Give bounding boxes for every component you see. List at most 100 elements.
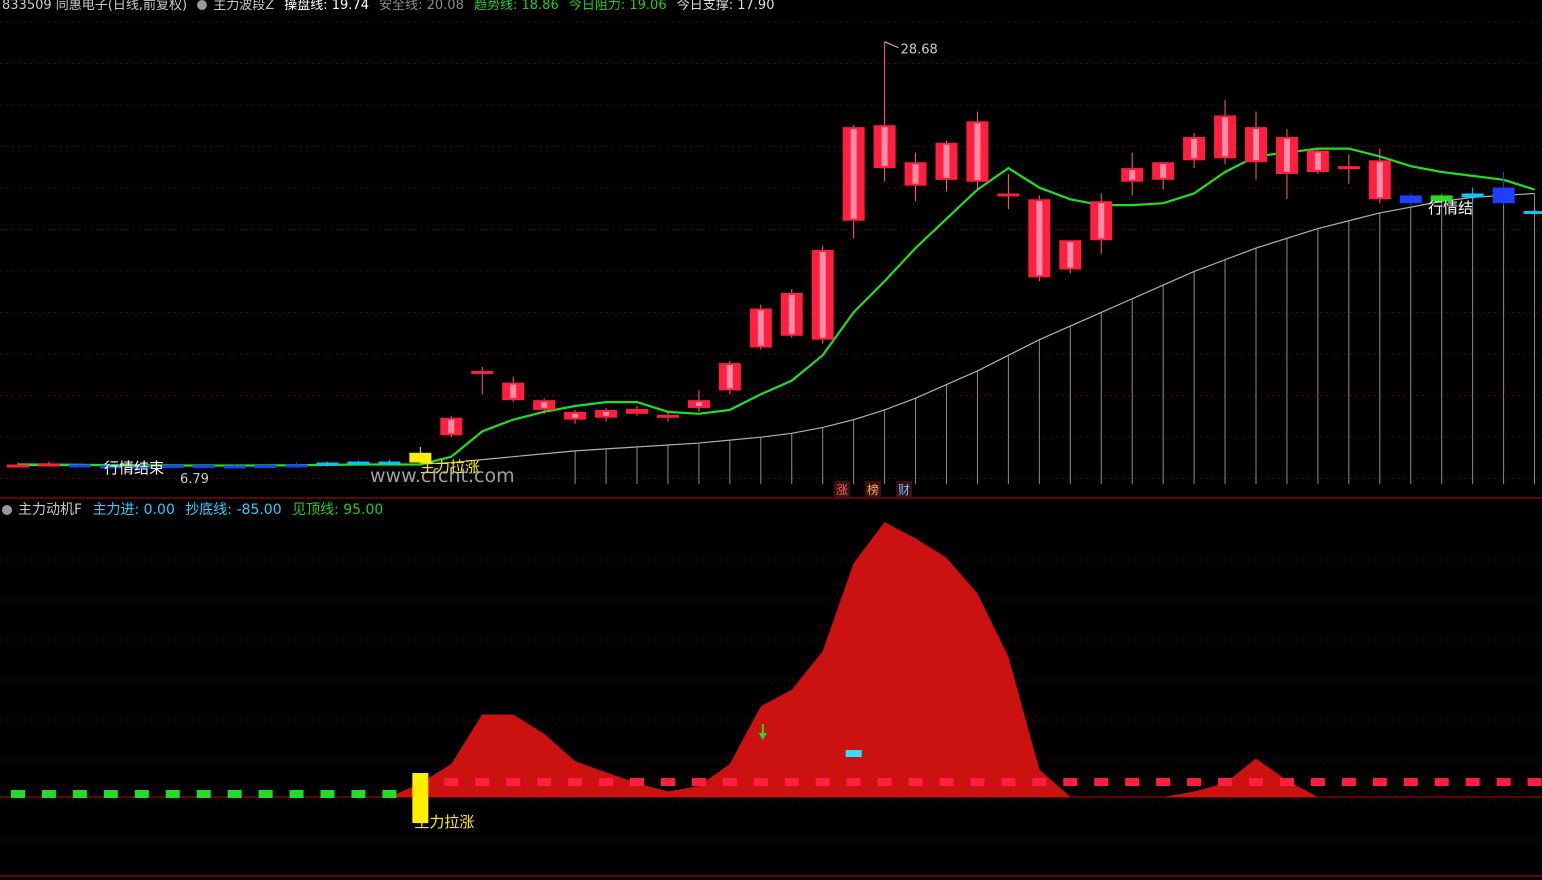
candle — [780, 289, 803, 338]
candle-body — [1523, 211, 1542, 214]
candle-body — [1337, 166, 1360, 170]
trend-line — [18, 147, 1535, 467]
baseline-marker-red — [630, 778, 644, 786]
candle-body-highlight — [726, 365, 733, 389]
baseline-marker-green — [227, 790, 242, 798]
candle-body-highlight — [1160, 164, 1167, 178]
baseline-marker-green — [165, 790, 180, 798]
sub-header: 主力动机F 主力进: 0.00 抄底线: -85.00 见顶线: 95.00 — [2, 501, 389, 519]
candle-body — [37, 463, 60, 467]
header-item-4: 今日支撑: 17.90 — [676, 0, 775, 13]
baseline-marker-red — [1249, 778, 1263, 786]
candle-body-highlight — [1222, 117, 1229, 157]
indicator-toggle-icon[interactable] — [197, 0, 208, 10]
candle-body-highlight — [912, 164, 919, 184]
high-price-label: 28.68 — [901, 43, 938, 58]
baseline-marker-red — [1341, 778, 1356, 786]
header-item-0: 操盘线: 19.74 — [284, 0, 369, 13]
candle — [161, 463, 184, 469]
news-badge: 涨 — [834, 481, 850, 497]
candle-body — [471, 370, 494, 374]
baseline-marker-green — [196, 790, 211, 798]
candle — [502, 376, 525, 403]
candle-body — [68, 464, 91, 468]
candle — [1306, 148, 1329, 174]
candle — [254, 463, 277, 469]
candle — [1028, 195, 1051, 282]
baseline-marker-green — [11, 790, 25, 798]
baseline-marker-green — [103, 790, 118, 798]
baseline-marker-red — [1403, 778, 1418, 786]
candle — [1152, 162, 1175, 190]
news-badge-label: 财 — [898, 483, 910, 497]
cyan-marker — [845, 750, 862, 757]
baseline-marker-red — [475, 778, 490, 786]
candle — [718, 361, 741, 395]
candle-body — [1399, 195, 1422, 204]
baseline-marker-red — [722, 778, 737, 786]
sub-indicator-toggle-icon[interactable] — [2, 505, 12, 515]
candle — [1121, 152, 1144, 196]
candle-body-highlight — [1376, 162, 1383, 198]
baseline-marker-red — [1218, 778, 1233, 786]
main-indicator-name: 主力波段Z — [213, 0, 275, 13]
candle — [1523, 207, 1542, 215]
baseline-marker-red — [1187, 778, 1202, 786]
candle — [1399, 193, 1422, 206]
candle — [285, 462, 308, 468]
candle-body — [1492, 187, 1515, 204]
candle — [1090, 193, 1113, 254]
candle — [842, 125, 865, 239]
safe-line — [18, 192, 1535, 467]
main-header: 833509 同惠电子(日线,前复权) 主力波段Z 操盘线: 19.74 安全线… — [2, 0, 780, 15]
chart-canvas: 28.686.79行情结束 主力拉涨行情结涨榜财主力拉涨 — [0, 21, 1542, 877]
baseline-marker-red — [846, 778, 861, 786]
baseline-marker-red — [691, 778, 706, 786]
candle — [1214, 99, 1237, 165]
candle — [1275, 129, 1298, 200]
low-price-label: 6.79 — [180, 472, 209, 487]
candle — [1492, 172, 1515, 206]
baseline-marker-red — [1156, 778, 1171, 786]
candle-body-highlight — [1191, 138, 1198, 159]
baseline-marker-green — [320, 790, 335, 798]
candle-body-highlight — [757, 310, 764, 346]
baseline-marker-red — [1372, 778, 1387, 786]
baseline-marker-green — [134, 790, 149, 798]
candle-body — [347, 461, 370, 465]
candle — [1368, 148, 1391, 204]
candle-body — [997, 193, 1020, 197]
annotation-end-right: 行情结 — [1428, 199, 1473, 217]
watermark: www.cfcht.com — [370, 465, 515, 487]
candle — [595, 407, 618, 422]
candle-body-highlight — [1036, 201, 1043, 276]
candle-body-highlight — [1253, 129, 1259, 161]
baseline-marker-red — [1063, 778, 1078, 786]
candle — [440, 415, 463, 438]
news-badge-label: 涨 — [836, 482, 848, 497]
candle-body-highlight — [1067, 242, 1074, 268]
candle-body — [192, 465, 215, 469]
sub-header-item-2: 见顶线: 95.00 — [292, 502, 384, 518]
candle-body-highlight — [881, 127, 888, 167]
candle-body-highlight — [603, 411, 610, 416]
sub-header-item-0: 主力进: 0.00 — [92, 502, 175, 518]
candle-body — [1461, 193, 1484, 198]
baseline-marker-red — [970, 778, 985, 786]
candle-body-highlight — [788, 294, 795, 334]
candle-body — [316, 462, 339, 466]
candle — [471, 367, 494, 395]
candle-body-highlight — [974, 123, 981, 180]
baseline-marker-green — [41, 790, 56, 798]
baseline-marker-red — [444, 778, 459, 786]
candle — [192, 463, 215, 469]
baseline-marker-red — [1001, 778, 1016, 786]
candle-body-highlight — [448, 419, 455, 434]
candle — [7, 462, 29, 468]
candle-body-highlight — [1098, 203, 1105, 239]
baseline-marker-red — [1465, 778, 1480, 786]
candle — [37, 461, 60, 467]
baseline-marker-red — [1032, 778, 1047, 786]
candle — [873, 41, 896, 182]
candle-body-highlight — [510, 384, 517, 399]
